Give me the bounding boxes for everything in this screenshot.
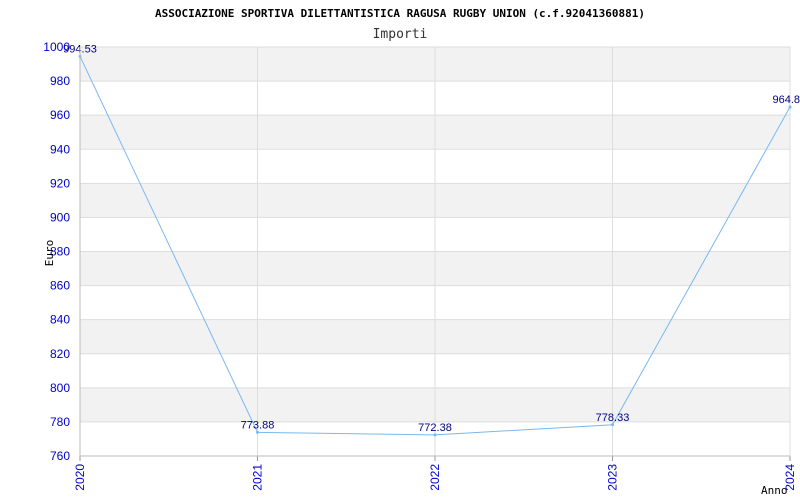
y-tick-label: 900	[50, 210, 70, 224]
chart-title: ASSOCIAZIONE SPORTIVA DILETTANTISTICA RA…	[155, 7, 645, 20]
x-tick-label: 2023	[606, 464, 620, 491]
y-tick-label: 780	[50, 415, 70, 429]
x-tick-label: 2022	[428, 464, 442, 491]
line-chart: ASSOCIAZIONE SPORTIVA DILETTANTISTICA RA…	[43, 7, 800, 497]
y-tick-label: 840	[50, 313, 70, 327]
y-tick-label: 1000	[43, 40, 70, 54]
data-label: 964.8	[772, 94, 800, 106]
y-tick-label: 980	[50, 74, 70, 88]
x-tick-label: 2021	[251, 464, 265, 491]
y-tick-label: 800	[50, 381, 70, 395]
data-label: 773.88	[241, 419, 275, 431]
y-tick-label: 920	[50, 176, 70, 190]
y-tick-label: 760	[50, 449, 70, 463]
y-tick-label: 940	[50, 142, 70, 156]
data-label: 778.33	[596, 412, 630, 424]
data-label: 772.38	[418, 422, 452, 434]
y-axis-label: Euro	[43, 240, 56, 267]
x-axis-label: Anno	[761, 484, 788, 497]
y-tick-label: 960	[50, 108, 70, 122]
x-tick-label: 2020	[73, 464, 87, 491]
chart-subtitle: Importi	[373, 27, 428, 42]
y-tick-label: 820	[50, 347, 70, 361]
y-tick-label: 860	[50, 279, 70, 293]
